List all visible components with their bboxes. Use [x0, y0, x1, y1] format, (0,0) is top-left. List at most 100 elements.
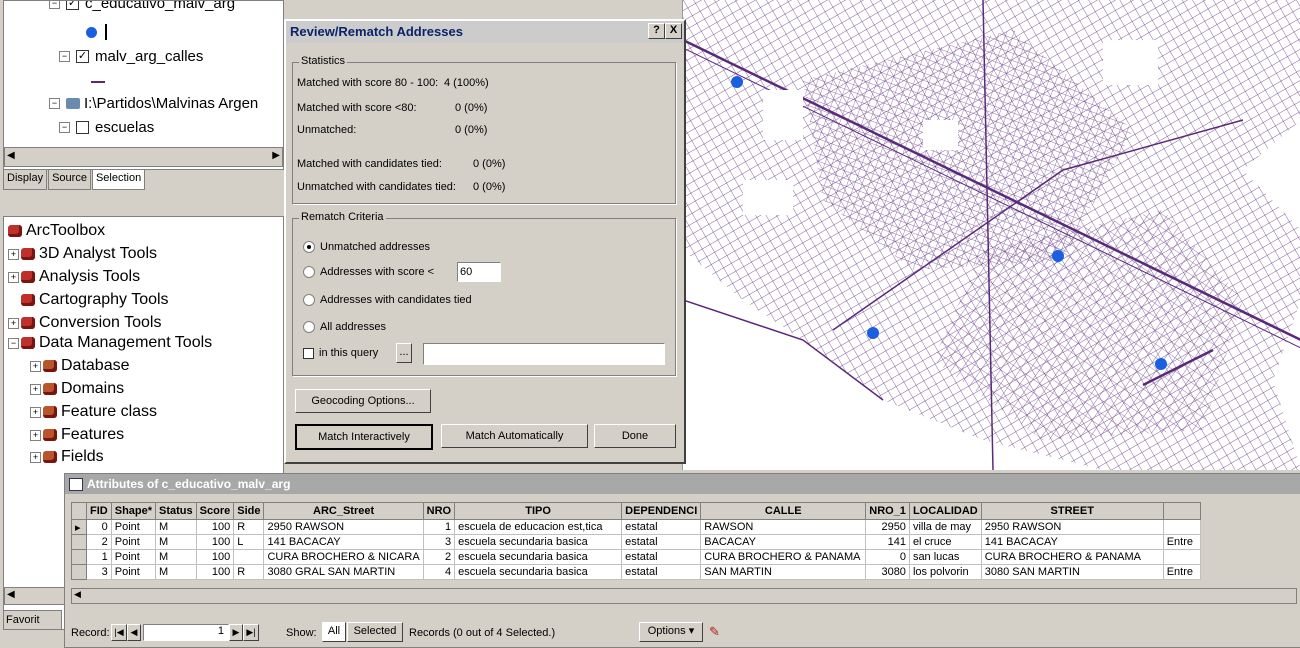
table-cell[interactable]: 100	[195, 534, 235, 550]
row-selector[interactable]: ▸	[71, 519, 87, 535]
collapse-icon[interactable]: −	[59, 122, 70, 133]
geocoding-options-button[interactable]: Geocoding Options...	[295, 389, 431, 413]
score-threshold-input[interactable]: 60	[457, 262, 501, 282]
column-header[interactable]: STREET	[980, 502, 1164, 520]
scroll-left-icon[interactable]: ◀	[7, 589, 15, 600]
table-row[interactable]: 1 Point M 100 CURA BROCHERO & NICARA 2 escuela…	[71, 549, 1201, 565]
attributes-titlebar[interactable]: Attributes of c_educativo_malv_arg	[65, 474, 1300, 494]
radio-score-below[interactable]: Addresses with score <	[303, 266, 434, 278]
close-button[interactable]: X	[665, 23, 682, 39]
table-cell[interactable]: RAWSON	[700, 519, 867, 535]
map-view[interactable]	[682, 0, 1300, 470]
toc-layer-calles[interactable]: − ✓ malv_arg_calles	[59, 48, 203, 65]
table-cell[interactable]: 4	[422, 564, 456, 580]
table-cell[interactable]: CURA BROCHERO & PANAMA	[980, 549, 1164, 565]
toolset-feature-class[interactable]: + Feature class	[30, 403, 157, 421]
expand-icon[interactable]: +	[30, 360, 41, 372]
toolset-database[interactable]: + Database	[30, 357, 130, 375]
table-cell[interactable]: Point	[110, 549, 157, 565]
table-cell[interactable]: 2950	[865, 519, 910, 535]
column-header[interactable]: ARC_Street	[263, 502, 424, 520]
geocoded-point[interactable]	[1052, 250, 1064, 262]
table-cell[interactable]: 3	[422, 534, 456, 550]
expand-icon[interactable]: +	[8, 317, 19, 329]
toolset-fields[interactable]: + Fields	[30, 448, 104, 466]
query-checkbox[interactable]: in this query	[303, 347, 378, 359]
expand-icon[interactable]: +	[8, 271, 19, 283]
table-cell[interactable]: estatal	[621, 534, 702, 550]
table-cell[interactable]: 3080	[865, 564, 910, 580]
layer-checkbox[interactable]: ✓	[76, 50, 89, 63]
table-cell[interactable]: 2950 RAWSON	[263, 519, 424, 535]
table-cell[interactable]: 3	[86, 564, 112, 580]
tab-source[interactable]: Source	[48, 170, 91, 190]
prev-record-icon[interactable]: ◀	[127, 624, 141, 641]
radio-unmatched[interactable]: Unmatched addresses	[303, 241, 430, 253]
table-cell[interactable]	[1162, 519, 1201, 535]
table-cell[interactable]	[1162, 549, 1201, 565]
table-cell[interactable]: estatal	[621, 519, 702, 535]
collapse-icon[interactable]: −	[49, 1, 60, 9]
radio-all-addresses[interactable]: All addresses	[303, 321, 386, 333]
table-cell[interactable]: 2	[86, 534, 112, 550]
edit-pencil-icon[interactable]: ✎	[709, 624, 720, 640]
table-cell[interactable]: 100	[195, 519, 235, 535]
table-row[interactable]: 2 Point M 100 L 141 BACACAY 3 escuela secundari…	[71, 534, 1201, 550]
toolbox-root[interactable]: ArcToolbox	[8, 222, 105, 240]
table-cell[interactable]: Entre	[1162, 534, 1201, 550]
column-header[interactable]: Shape*	[110, 502, 157, 520]
next-record-icon[interactable]: ▶	[229, 624, 243, 641]
table-cell[interactable]: CURA BROCHERO & NICARA	[263, 549, 424, 565]
record-number-input[interactable]: 1	[143, 624, 229, 641]
toc-layer-escuelas[interactable]: − escuelas	[59, 119, 154, 136]
column-header[interactable]: Score	[195, 502, 235, 520]
match-automatically-button[interactable]: Match Automatically	[441, 424, 588, 448]
column-header[interactable]: TIPO	[454, 502, 623, 520]
toolbox-item-analysis[interactable]: + Analysis Tools	[8, 268, 140, 286]
geocoded-point[interactable]	[731, 76, 743, 88]
collapse-icon[interactable]: −	[49, 98, 60, 109]
tab-display[interactable]: Display	[3, 170, 48, 190]
geocoded-point[interactable]	[867, 327, 879, 339]
options-button[interactable]: Options ▾	[639, 622, 703, 642]
dialog-titlebar[interactable]: Review/Rematch Addresses ? X	[286, 21, 684, 43]
table-cell[interactable]: 3080 GRAL SAN MARTIN	[263, 564, 424, 580]
layer-checkbox[interactable]: ✓	[66, 1, 79, 10]
radio-candidates-tied[interactable]: Addresses with candidates tied	[303, 294, 472, 306]
tab-favorites[interactable]: Favorit	[3, 610, 62, 630]
column-header[interactable]: LOCALIDAD	[908, 502, 982, 520]
first-record-icon[interactable]: |◀	[111, 624, 127, 641]
expand-icon[interactable]: +	[30, 383, 41, 395]
scroll-left-icon[interactable]: ◀	[7, 150, 15, 161]
expand-icon[interactable]: +	[30, 451, 41, 463]
table-cell[interactable]: M	[155, 564, 197, 580]
table-cell[interactable]: 100	[195, 549, 235, 565]
table-cell[interactable]: 0	[86, 519, 112, 535]
toc-source-folder[interactable]: − I:\Partidos\Malvinas Argen	[49, 95, 258, 112]
scroll-right-icon[interactable]: ▶	[272, 150, 280, 161]
query-builder-button[interactable]: ...	[396, 343, 412, 363]
toc-horizontal-scrollbar[interactable]: ◀ ▶	[4, 147, 283, 167]
column-header[interactable]: NRO	[422, 502, 456, 520]
table-cell[interactable]: escuela secundaria basica	[454, 564, 623, 580]
help-button[interactable]: ?	[648, 23, 665, 39]
column-header[interactable]: FID	[86, 502, 112, 520]
column-header[interactable]	[1162, 502, 1201, 520]
table-cell[interactable]: san lucas	[908, 549, 982, 565]
tab-selection[interactable]: Selection	[91, 170, 146, 190]
table-horizontal-scrollbar[interactable]: ◀	[71, 588, 1297, 604]
toolset-domains[interactable]: + Domains	[30, 380, 124, 398]
table-cell[interactable]: 141 BACACAY	[980, 534, 1164, 550]
table-cell[interactable]: 100	[195, 564, 235, 580]
table-cell[interactable]: R	[233, 519, 265, 535]
row-selector[interactable]	[71, 549, 87, 565]
table-cell[interactable]: estatal	[621, 564, 702, 580]
table-cell[interactable]: SAN MARTIN	[700, 564, 867, 580]
last-record-icon[interactable]: ▶|	[243, 624, 259, 641]
table-cell[interactable]: 1	[86, 549, 112, 565]
scroll-left-icon[interactable]: ◀	[74, 589, 81, 600]
table-cell[interactable]: el cruce	[908, 534, 982, 550]
table-cell[interactable]: M	[155, 549, 197, 565]
table-cell[interactable]: 1	[422, 519, 456, 535]
match-interactively-button[interactable]: Match Interactively	[295, 424, 433, 450]
